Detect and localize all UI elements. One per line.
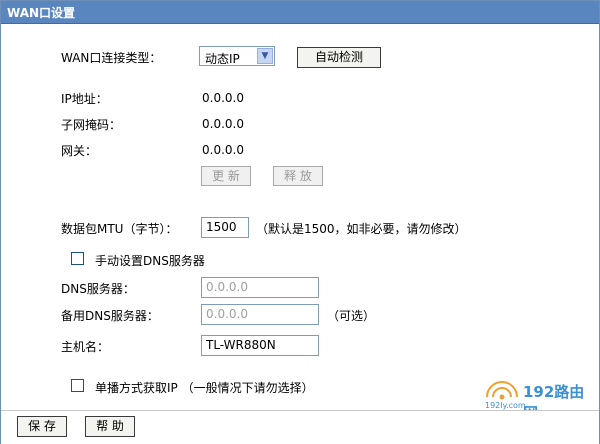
auto-detect-button[interactable]: 自动检测 [297,47,381,68]
wan-type-label: WAN口连接类型： [61,51,162,65]
ip-label: IP地址： [61,92,108,106]
unicast-label: 单播方式获取IP （一般情况下请勿选择） [95,381,314,395]
manual-dns-checkbox[interactable] [71,252,84,265]
refresh-button[interactable]: 更 新 [201,166,251,186]
page-title: WAN口设置 [7,6,76,20]
dns2-label: 备用DNS服务器： [61,309,159,323]
ip-value: 0.0.0.0 [202,91,244,105]
manual-dns-label: 手动设置DNS服务器 [95,254,205,268]
watermark-url: 192ly.com [485,401,526,410]
wifi-icon [486,381,518,400]
mtu-input[interactable]: 1500 [201,217,249,238]
help-button[interactable]: 帮 助 [85,416,135,437]
unicast-checkbox[interactable] [71,379,84,392]
subnet-value: 0.0.0.0 [202,117,244,131]
footer-bar: 保 存 帮 助 [1,410,599,444]
brand-watermark: 192路由网 192ly.com [483,381,595,422]
release-button[interactable]: 释 放 [273,166,323,186]
dns2-input[interactable]: 0.0.0.0 [201,304,319,325]
hostname-input[interactable]: TL-WR880N [201,335,319,356]
save-button[interactable]: 保 存 [17,416,67,437]
chevron-down-icon[interactable]: ▼ [257,48,273,64]
wan-type-selected: 动态IP [205,52,240,66]
wan-type-select[interactable]: 动态IP ▼ [199,46,275,66]
gateway-value: 0.0.0.0 [202,143,244,157]
gateway-label: 网关： [61,144,98,158]
dns-input[interactable]: 0.0.0.0 [201,277,319,298]
wan-settings-panel: WAN口设置 WAN口连接类型： 动态IP ▼ 自动检测 IP地址： 0.0.0… [0,0,600,444]
title-bar: WAN口设置 [1,1,599,24]
dns2-optional-hint: （可选） [327,309,376,323]
mtu-hint: （默认是1500，如非必要，请勿修改） [256,222,467,236]
dns-label: DNS服务器： [61,282,135,296]
mtu-label: 数据包MTU（字节）： [61,222,178,236]
hostname-label: 主机名： [61,340,110,354]
subnet-label: 子网掩码： [61,118,122,132]
